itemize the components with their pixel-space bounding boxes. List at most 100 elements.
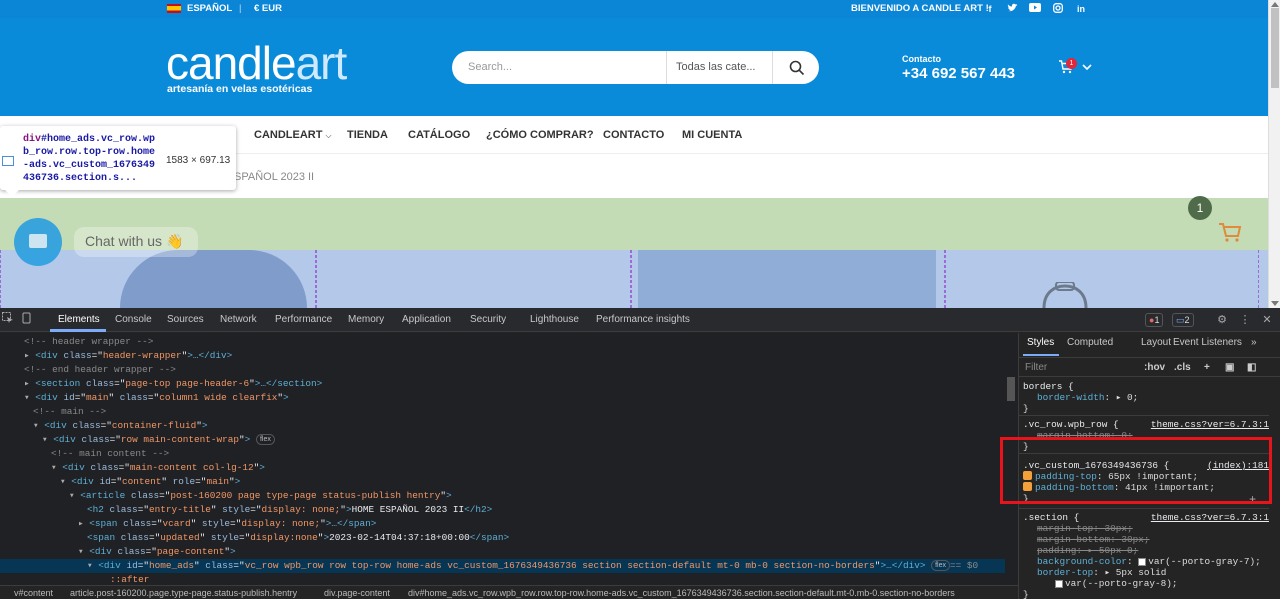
- styles-tab-computed[interactable]: Computed: [1067, 337, 1113, 348]
- dom-node-line[interactable]: ▸ <div class="header-wrapper">…</div>: [24, 349, 232, 363]
- category-select[interactable]: Todas las cate...: [666, 51, 772, 84]
- flex-badge[interactable]: flex: [931, 560, 951, 572]
- styles-tab-styles[interactable]: Styles: [1027, 337, 1054, 348]
- scroll-down-icon[interactable]: [1271, 301, 1279, 306]
- devtools-tab-application[interactable]: Application: [402, 314, 451, 325]
- expand-toggle-icon[interactable]: ▾: [42, 434, 53, 445]
- styles-tab-event-listeners[interactable]: Event Listeners: [1173, 337, 1242, 348]
- chat-label-pill[interactable]: Chat with us 👋: [74, 227, 198, 257]
- rule-declaration[interactable]: padding: ▸ 50px 0;: [1037, 545, 1138, 556]
- dom-node-line[interactable]: ▸ <section class="page-top page-header-6…: [24, 377, 322, 391]
- color-swatch[interactable]: [1055, 579, 1063, 588]
- page-scrollbar[interactable]: [1268, 0, 1280, 308]
- expand-toggle-icon[interactable]: ▸: [78, 518, 89, 529]
- floating-cart-icon[interactable]: [1218, 222, 1242, 242]
- settings-gear-icon[interactable]: ⚙: [1214, 312, 1230, 328]
- search-button[interactable]: [772, 51, 819, 84]
- youtube-icon[interactable]: [1029, 3, 1041, 15]
- nav-item-candleart[interactable]: CANDLEART ⌵: [254, 129, 332, 141]
- rule-declaration[interactable]: background-color: var(--porto-gray-7);: [1037, 556, 1261, 567]
- expand-toggle-icon[interactable]: ▸: [24, 350, 35, 361]
- devtools-tab-performance[interactable]: Performance: [275, 314, 332, 325]
- more-options-icon[interactable]: ⋮: [1237, 312, 1253, 328]
- dom-breadcrumb-item[interactable]: div#home_ads.vc_row.wpb_row.row.top-row.…: [408, 588, 955, 598]
- rule-declaration[interactable]: margin-top: 30px;: [1037, 523, 1133, 534]
- rule-source-link[interactable]: theme.css?ver=6.7.3:1: [1151, 419, 1269, 430]
- dom-node-line[interactable]: ▾ <div id="home_ads" class="vc_row wpb_r…: [0, 559, 1005, 573]
- filter-input[interactable]: Filter: [1025, 362, 1047, 373]
- expand-toggle-icon[interactable]: ▾: [24, 392, 35, 403]
- nav-item-contacto[interactable]: CONTACTO: [603, 129, 664, 141]
- dom-node-line[interactable]: ▾ <article class="post-160200 page type-…: [69, 489, 452, 503]
- dom-node-line[interactable]: <!-- main -->: [33, 405, 106, 419]
- nav-item-mi-cuenta[interactable]: MI CUENTA: [682, 129, 742, 141]
- rule-source-link[interactable]: theme.css?ver=6.7.3:1: [1151, 512, 1269, 523]
- devtools-tab-memory[interactable]: Memory: [348, 314, 384, 325]
- expand-toggle-icon[interactable]: ▾: [87, 560, 98, 571]
- devtools-tab-sources[interactable]: Sources: [167, 314, 204, 325]
- linkedin-icon[interactable]: in: [1075, 3, 1087, 15]
- expand-toggle-icon[interactable]: ▸: [24, 378, 35, 389]
- devtools-tab-security[interactable]: Security: [470, 314, 506, 325]
- element-state-icon[interactable]: ▣: [1225, 362, 1234, 373]
- dom-node-line[interactable]: ▾ <div id="main" class="column1 wide cle…: [24, 391, 289, 405]
- nav-item-tienda[interactable]: TIENDA: [347, 129, 388, 141]
- devtools-tab-network[interactable]: Network: [220, 314, 257, 325]
- expand-toggle-icon[interactable]: ▾: [60, 476, 71, 487]
- rule-declaration[interactable]: border-top: ▸ 5px solid: [1037, 567, 1166, 578]
- expand-toggle-icon[interactable]: ▾: [78, 546, 89, 557]
- devtools-tab-lighthouse[interactable]: Lighthouse: [530, 314, 579, 325]
- nav-item-como-comprar[interactable]: ¿CÓMO COMPRAR?: [486, 129, 594, 141]
- scrollbar-thumb[interactable]: [1271, 8, 1279, 88]
- dom-node-line[interactable]: ▾ <div class="row main-content-wrap"> fl…: [42, 433, 275, 447]
- dom-node-line[interactable]: <!-- header wrapper -->: [24, 335, 153, 349]
- dom-node-line[interactable]: ▾ <div class="container-fluid">: [33, 419, 208, 433]
- dom-node-line[interactable]: ::after: [110, 573, 149, 585]
- facebook-icon[interactable]: f: [984, 3, 996, 15]
- dom-breadcrumb-item[interactable]: article.post-160200.page.type-page.statu…: [70, 588, 297, 598]
- chevron-down-icon[interactable]: [1082, 64, 1092, 71]
- rule-declaration[interactable]: border-width: ▸ 0;: [1037, 392, 1138, 403]
- dom-node-line[interactable]: <!-- end header wrapper -->: [24, 363, 176, 377]
- instagram-icon[interactable]: [1052, 3, 1064, 15]
- flex-badge[interactable]: flex: [255, 434, 275, 446]
- dom-breadcrumb-item[interactable]: div.page-content: [324, 588, 390, 598]
- dom-node-line[interactable]: ▾ <div id="content" role="main">: [60, 475, 240, 489]
- chat-button[interactable]: [14, 218, 62, 266]
- dom-node-line[interactable]: ▾ <div class="page-content">: [78, 545, 236, 559]
- twitter-icon[interactable]: [1006, 3, 1018, 15]
- cls-toggle[interactable]: .cls: [1174, 362, 1191, 373]
- devtools-tab-elements[interactable]: Elements: [58, 314, 100, 325]
- elements-tree[interactable]: <!-- header wrapper --> ▸ <div class="hea…: [0, 333, 1005, 585]
- expand-toggle-icon[interactable]: ▾: [69, 490, 80, 501]
- toggle-sidebar-icon[interactable]: ◧: [1247, 362, 1256, 373]
- styles-tab-layout[interactable]: Layout: [1141, 337, 1171, 348]
- currency-selector[interactable]: € EUR: [254, 3, 282, 14]
- rule-declaration[interactable]: margin-bottom: 30px;: [1037, 534, 1150, 545]
- dom-node-line[interactable]: <span class="updated" style="display:non…: [87, 531, 509, 545]
- site-logo[interactable]: candleart: [166, 40, 347, 86]
- hov-toggle[interactable]: :hov: [1144, 362, 1165, 373]
- scroll-up-icon[interactable]: [1271, 2, 1279, 7]
- nav-item-catalogo[interactable]: CATÁLOGO: [408, 129, 470, 141]
- devtools-tab-console[interactable]: Console: [115, 314, 152, 325]
- error-count-badge[interactable]: ●1: [1145, 313, 1164, 327]
- expand-toggle-icon[interactable]: ▾: [51, 462, 62, 473]
- close-icon[interactable]: ✕: [1259, 312, 1275, 328]
- devtools-tab-performance-insights[interactable]: Performance insights: [596, 314, 690, 325]
- search-input[interactable]: Search...: [468, 61, 512, 73]
- more-tabs-icon[interactable]: »: [1251, 337, 1257, 348]
- dom-node-line[interactable]: <!-- main content -->: [51, 447, 169, 461]
- inspect-element-icon[interactable]: [0, 312, 16, 328]
- expand-toggle-icon[interactable]: ▾: [33, 420, 44, 431]
- dom-breadcrumb-item[interactable]: v#content: [14, 588, 53, 598]
- new-rule-icon[interactable]: +: [1204, 362, 1210, 373]
- contact-phone[interactable]: +34 692 567 443: [902, 65, 1015, 82]
- scrollbar-thumb[interactable]: [1007, 377, 1015, 401]
- language-selector[interactable]: ESPAÑOL: [187, 3, 232, 14]
- device-toolbar-icon[interactable]: [19, 312, 35, 328]
- dom-node-line[interactable]: <h2 class="entry-title" style="display: …: [87, 503, 492, 517]
- dom-node-line[interactable]: ▸ <span class="vcard" style="display: no…: [78, 517, 376, 531]
- dom-node-line[interactable]: ▾ <div class="main-content col-lg-12">: [51, 461, 265, 475]
- color-swatch[interactable]: [1138, 557, 1147, 566]
